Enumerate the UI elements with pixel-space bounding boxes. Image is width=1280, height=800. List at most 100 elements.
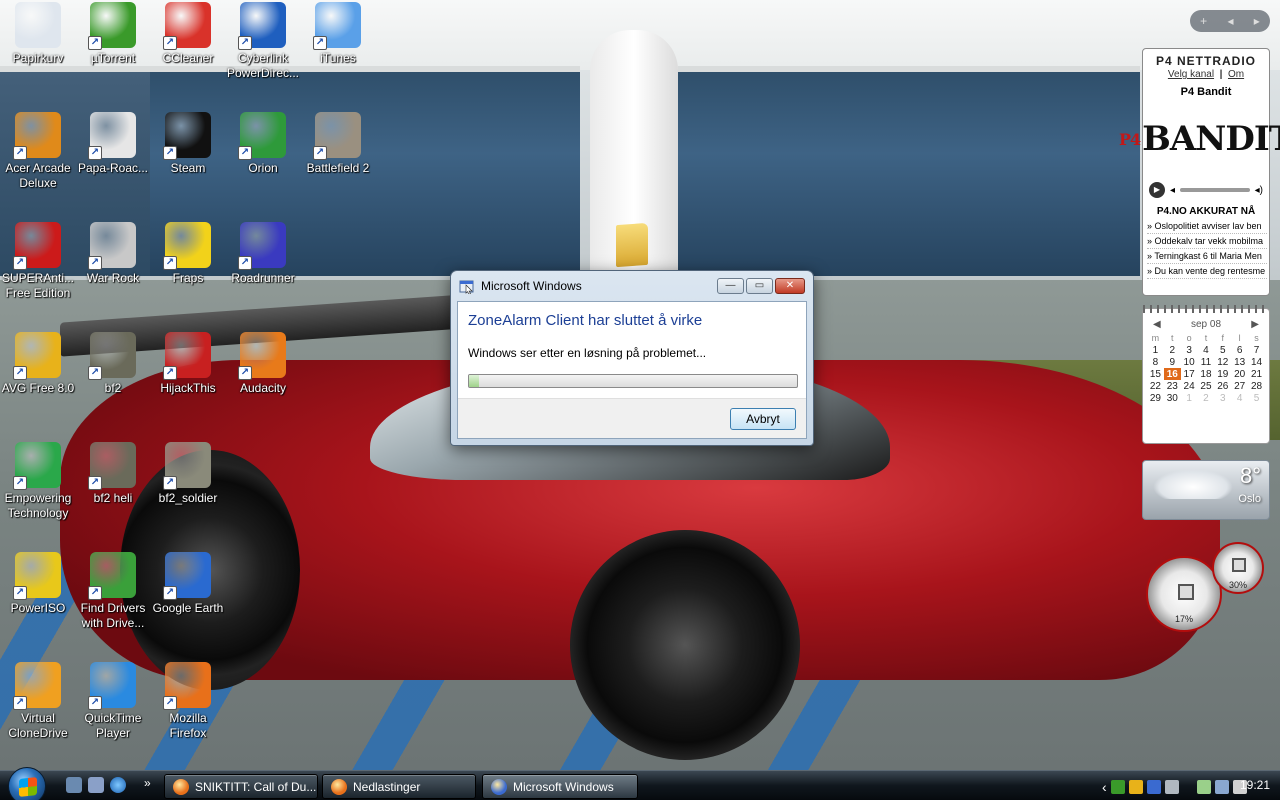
desktop-icon[interactable]: ↗ Acer Arcade Deluxe [0,112,76,191]
zonealarm-tray-icon[interactable] [1146,779,1161,794]
previous-gadget-page-button[interactable]: ◂ [1227,14,1233,28]
calendar-day[interactable]: 8 [1147,356,1164,368]
add-gadget-button[interactable]: + [1200,14,1207,28]
calendar-day[interactable]: 25 [1198,380,1215,392]
show-hidden-icons-button[interactable]: ‹ [1102,779,1107,795]
utorrent-tray-icon[interactable] [1110,779,1125,794]
desktop-icon[interactable]: ↗ Orion [225,112,301,176]
calendar-day[interactable]: 19 [1214,368,1231,380]
desktop-icon[interactable]: ↗ Cyberlink PowerDirec... [225,2,301,81]
folder-icon[interactable] [616,222,648,268]
desktop-icon[interactable]: ↗ Google Earth [150,552,226,616]
desktop-icon[interactable]: ↗ PowerISO [0,552,76,616]
desktop-icon[interactable]: ↗ Mozilla Firefox [150,662,226,741]
desktop-icon[interactable]: ↗ CCleaner [150,2,226,66]
start-button[interactable] [8,767,46,800]
maximize-button[interactable]: ▭ [746,278,773,294]
desktop-icon[interactable]: ↗ QuickTime Player [75,662,151,741]
desktop-icon[interactable]: ↗ Audacity [225,332,301,396]
calendar-day[interactable]: 1 [1181,392,1198,404]
desktop-icon[interactable]: Papirkurv [0,2,76,66]
desktop-icon[interactable]: ↗ Fraps [150,222,226,286]
calendar-day[interactable]: 11 [1198,356,1215,368]
calendar-day[interactable]: 24 [1181,380,1198,392]
volume-slider[interactable] [1180,188,1250,192]
desktop-icon[interactable]: ↗ Find Drivers with Drive... [75,552,151,631]
next-month-icon[interactable]: ▶ [1251,319,1259,330]
desktop-icon[interactable]: ↗ Virtual CloneDrive [0,662,76,741]
calendar-day[interactable]: 10 [1181,356,1198,368]
cancel-button[interactable]: Avbryt [730,408,796,430]
calendar-day[interactable]: 26 [1214,380,1231,392]
calendar-day[interactable]: 22 [1147,380,1164,392]
news-item[interactable]: » Oslopolitiet avviser lav ben [1147,219,1267,234]
show-desktop-icon[interactable] [66,777,82,793]
desktop-icon[interactable]: ↗ AVG Free 8.0 [0,332,76,396]
desktop-icon[interactable]: ↗ Empowering Technology [0,442,76,521]
calendar-day[interactable]: 3 [1181,344,1198,356]
switch-windows-icon[interactable] [88,777,104,793]
calendar-day[interactable]: 17 [1181,368,1198,380]
desktop-icon[interactable]: ↗ Steam [150,112,226,176]
calendar-day[interactable]: 3 [1214,392,1231,404]
calendar-day[interactable]: 2 [1164,344,1181,356]
close-button[interactable]: ✕ [775,278,805,294]
calendar-day[interactable]: 5 [1248,392,1265,404]
minimize-button[interactable]: — [717,278,744,294]
weather-gadget[interactable]: 8° Oslo [1142,460,1270,520]
previous-month-icon[interactable]: ◀ [1153,319,1161,330]
calendar-day[interactable]: 29 [1147,392,1164,404]
desktop-icon[interactable]: ↗ HijackThis [150,332,226,396]
network-tray-icon[interactable] [1214,779,1229,794]
calendar-day-name: t [1204,333,1208,343]
internet-explorer-icon[interactable] [110,777,126,793]
desktop-icon[interactable]: ↗ bf2_soldier [150,442,226,506]
calendar-day[interactable]: 7 [1248,344,1265,356]
taskbar-button[interactable]: Microsoft Windows [482,774,638,799]
desktop-icon[interactable]: ↗ bf2 [75,332,151,396]
desktop-icon[interactable]: ↗ iTunes [300,2,376,66]
calendar-day[interactable]: 27 [1231,380,1248,392]
select-channel-link[interactable]: Velg kanal [1168,69,1214,80]
news-item[interactable]: » Terningkast 6 til Maria Men [1147,249,1267,264]
battery-tray-icon[interactable] [1196,779,1211,794]
news-item[interactable]: » Oddekalv tar vekk mobilma [1147,234,1267,249]
calendar-day[interactable]: 21 [1248,368,1265,380]
calendar-day[interactable]: 28 [1248,380,1265,392]
taskbar-clock[interactable]: 19:21 [1240,778,1270,792]
avg-tray-icon[interactable] [1128,779,1143,794]
next-gadget-page-button[interactable]: ▸ [1254,14,1260,28]
play-icon[interactable]: ▶ [1149,182,1165,198]
desktop-icon[interactable]: ↗ bf2 heli [75,442,151,506]
calendar-day[interactable]: 14 [1248,356,1265,368]
calendar-day[interactable]: 6 [1231,344,1248,356]
news-item[interactable]: » Du kan vente deg rentesme [1147,264,1267,279]
about-link[interactable]: Om [1228,69,1244,80]
quick-launch-more-button[interactable]: » [144,776,151,790]
calendar-day[interactable]: 1 [1147,344,1164,356]
desktop-icon[interactable]: ↗ Roadrunner [225,222,301,286]
desktop-icon[interactable]: ↗ War Rock [75,222,151,286]
calendar-day[interactable]: 20 [1231,368,1248,380]
calendar-day[interactable]: 13 [1231,356,1248,368]
desktop-icon[interactable]: ↗ µTorrent [75,2,151,66]
calendar-day[interactable]: 30 [1164,392,1181,404]
calendar-day[interactable]: 12 [1214,356,1231,368]
desktop-icon[interactable]: ↗ Battlefield 2 [300,112,376,176]
desktop-icon[interactable]: ↗ SUPERAnti... Free Edition [0,222,76,301]
calendar-day[interactable]: 5 [1214,344,1231,356]
taskbar-button[interactable]: Nedlastinger [322,774,476,799]
calendar-day[interactable]: 4 [1231,392,1248,404]
calendar-day[interactable]: 18 [1198,368,1215,380]
calendar-day[interactable]: 9 [1164,356,1181,368]
calendar-day[interactable]: 16 [1163,368,1181,380]
desktop-icon[interactable]: ↗ Papa-Roac... [75,112,151,176]
calendar-day[interactable]: 15 [1147,368,1164,380]
device-tray-icon[interactable] [1164,779,1179,794]
calendar-day[interactable]: 4 [1198,344,1215,356]
memory-meter-gadget[interactable]: 30% [1212,542,1264,594]
taskbar-button[interactable]: SNIKTITT: Call of Du... [164,774,318,799]
calendar-day[interactable]: 23 [1164,380,1181,392]
cpu-meter-gadget[interactable]: 17% [1146,556,1222,632]
calendar-day[interactable]: 2 [1198,392,1215,404]
